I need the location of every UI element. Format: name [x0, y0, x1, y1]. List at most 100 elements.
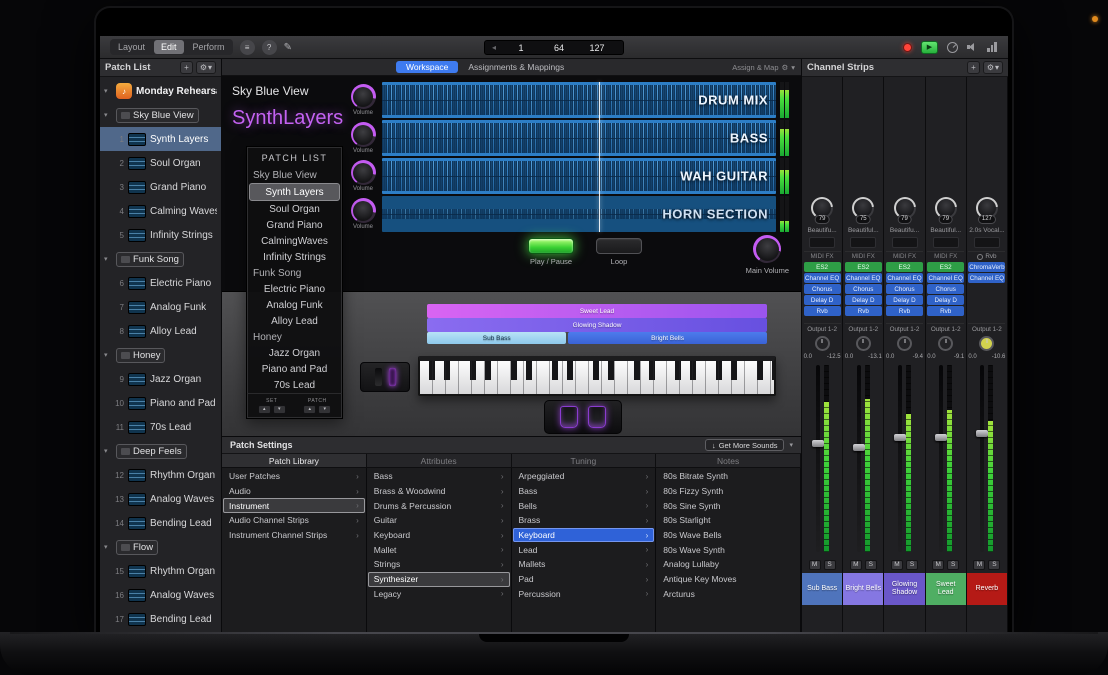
library-item[interactable]: Audio Channel Strips ›	[223, 513, 365, 528]
patch-widget-item[interactable]: Grand Piano	[249, 217, 340, 233]
help-button[interactable]: ?	[262, 40, 277, 55]
patch-list-item[interactable]: ▾ ♪ Sky Blue View Sky Blue View	[100, 103, 221, 127]
eq-display[interactable]	[850, 237, 876, 248]
mode-button[interactable]: Edit	[154, 40, 184, 54]
track-volume-knob[interactable]	[351, 160, 376, 185]
keyboard-layer[interactable]: Sweet Lead	[427, 304, 767, 318]
library-item[interactable]: Analog Lullaby	[657, 557, 799, 572]
master-volume-icon[interactable]	[967, 43, 978, 52]
fader-cap[interactable]	[812, 440, 824, 447]
strip-expression-knob[interactable]: 79	[894, 197, 916, 219]
patch-list-item[interactable]: ▾ 11 ♪ 70s Lead 70s Lead	[100, 415, 221, 439]
fader-cap[interactable]	[853, 444, 865, 451]
mute-button[interactable]: M	[850, 560, 862, 570]
disclosure-icon[interactable]: ▾	[104, 87, 112, 95]
strip-slot[interactable]: MIDI FX	[886, 251, 923, 261]
library-item[interactable]: Mallets ›	[513, 557, 655, 572]
patch-list-item[interactable]: ▾ ♪ Honey Honey	[100, 343, 221, 367]
waveform-display[interactable]: WAH GUITAR	[382, 158, 776, 194]
solo-button[interactable]: S	[906, 560, 918, 570]
strip-fader[interactable]	[816, 365, 820, 552]
waveform-display[interactable]: BASS	[382, 120, 776, 156]
customize-button[interactable]: ✎	[284, 42, 292, 53]
patch-widget-item[interactable]: Alloy Lead	[249, 313, 340, 329]
library-item[interactable]: 80s Sine Synth	[657, 498, 799, 513]
playhead[interactable]	[599, 82, 600, 232]
library-item[interactable]: Legacy ›	[368, 587, 510, 602]
strip-slot[interactable]: ES2	[845, 262, 882, 272]
keyboard-layer[interactable]: Bright Bells	[568, 332, 767, 344]
patch-widget-item[interactable]: Jazz Organ	[249, 345, 340, 361]
strip-slot[interactable]: Channel EQ	[927, 273, 964, 283]
strip-fader[interactable]	[939, 365, 943, 552]
patch-widget-item[interactable]: Electric Piano	[249, 281, 340, 297]
library-item[interactable]: Bass ›	[513, 484, 655, 499]
library-item[interactable]: Bass ›	[368, 469, 510, 484]
patch-list-item[interactable]: ▾ ♪ Deep Feels Deep Feels	[100, 439, 221, 463]
strip-name-plate[interactable]: Sub Bass	[802, 573, 842, 605]
patch-list-item[interactable]: ▾ 3 ♪ Grand Piano Grand Piano	[100, 175, 221, 199]
midi-activity-button[interactable]: ≡	[240, 40, 255, 55]
strip-expression-knob[interactable]: 75	[852, 197, 874, 219]
patch-list-item[interactable]: ▾ 7 ♪ Analog Funk Analog Funk	[100, 295, 221, 319]
strip-slot[interactable]: MIDI FX	[927, 251, 964, 261]
strip-slot[interactable]: Delay D	[886, 295, 923, 305]
set-previous-button[interactable]: ▴	[258, 405, 271, 414]
eq-display[interactable]	[809, 237, 835, 248]
strip-setting-button[interactable]: Beautifu...	[890, 227, 919, 234]
patch-list-item[interactable]: ▾ 15 ♪ Rhythm Organ Rhythm Organ	[100, 559, 221, 583]
add-channel-strip-button[interactable]: +	[967, 61, 980, 74]
patch-widget-item[interactable]: Piano and Pad	[249, 361, 340, 377]
patch-list-item[interactable]: ▾ 9 ♪ Jazz Organ Jazz Organ	[100, 367, 221, 391]
strip-name-plate[interactable]: Bright Bells	[843, 573, 883, 605]
strip-slot[interactable]: Rvb	[845, 306, 882, 316]
strip-output-slot[interactable]: Output 1-2	[845, 323, 882, 333]
strip-slot[interactable]: Chorus	[804, 284, 841, 294]
set-next-button[interactable]: ▾	[273, 405, 286, 414]
eq-display[interactable]	[974, 237, 1000, 248]
strip-slot[interactable]: ES2	[927, 262, 964, 272]
patch-widget-item[interactable]: Funk Song	[249, 265, 340, 281]
strip-name-plate[interactable]: Reverb	[967, 573, 1007, 605]
get-more-sounds-button[interactable]: ↓ Get More Sounds	[705, 439, 785, 451]
library-item[interactable]: 80s Fizzy Synth	[657, 484, 799, 499]
patch-list-item[interactable]: ▾ 17 ♪ Bending Lead Bending Lead	[100, 607, 221, 631]
library-item[interactable]: Bells ›	[513, 498, 655, 513]
library-item[interactable]: Pad ›	[513, 572, 655, 587]
fader-cap[interactable]	[935, 434, 947, 441]
library-item[interactable]: Instrument ›	[223, 498, 365, 513]
patch-list-action-menu[interactable]: ⚙▾	[196, 61, 216, 74]
patch-list-item[interactable]: ▾ 16 ♪ Analog Waves Analog Waves	[100, 583, 221, 607]
solo-button[interactable]: S	[824, 560, 836, 570]
strip-setting-button[interactable]: Beautiful...	[930, 227, 961, 234]
pedal-2[interactable]	[588, 406, 606, 428]
patch-previous-button[interactable]: ▴	[303, 405, 316, 414]
strip-output-slot[interactable]: Output 1-2	[886, 323, 923, 333]
library-tab[interactable]: Attributes	[367, 454, 512, 467]
patch-list-item[interactable]: ▾ 8 ♪ Alloy Lead Alloy Lead	[100, 319, 221, 343]
strip-fader[interactable]	[898, 365, 902, 552]
strip-slot[interactable]: ES2	[886, 262, 923, 272]
keyboard-layer[interactable]: Glowing Shadow	[427, 318, 767, 332]
tuner-icon[interactable]	[947, 42, 958, 53]
solo-button[interactable]: S	[865, 560, 877, 570]
patch-list-item[interactable]: ▾ ♪ Monday Rehearsal Monday Rehearsal	[100, 79, 221, 103]
library-item[interactable]: Instrument Channel Strips ›	[223, 528, 365, 543]
strip-name-plate[interactable]: Sweet Lead	[926, 573, 966, 605]
strip-slot[interactable]: ChromaVerb	[968, 262, 1005, 272]
channel-strips-action-menu[interactable]: ⚙▾	[983, 61, 1003, 74]
library-item[interactable]: Guitar ›	[368, 513, 510, 528]
mode-button[interactable]: Layout	[111, 40, 152, 54]
strip-slot[interactable]: MIDI FX	[804, 251, 841, 261]
strip-slot[interactable]: Channel EQ	[886, 273, 923, 283]
patch-widget-item[interactable]: Infinity Strings	[249, 249, 340, 265]
track-volume-knob[interactable]	[351, 198, 376, 223]
strip-slot[interactable]: Delay D	[845, 295, 882, 305]
strip-slot[interactable]: Delay D	[804, 295, 841, 305]
waveform-display[interactable]: HORN SECTION	[382, 196, 776, 232]
library-item[interactable]: Brass ›	[513, 513, 655, 528]
strip-slot[interactable]: MIDI FX	[845, 251, 882, 261]
disclosure-icon[interactable]: ▾	[104, 111, 112, 119]
strip-slot[interactable]: ES2	[804, 262, 841, 272]
pedals[interactable]	[544, 400, 622, 434]
